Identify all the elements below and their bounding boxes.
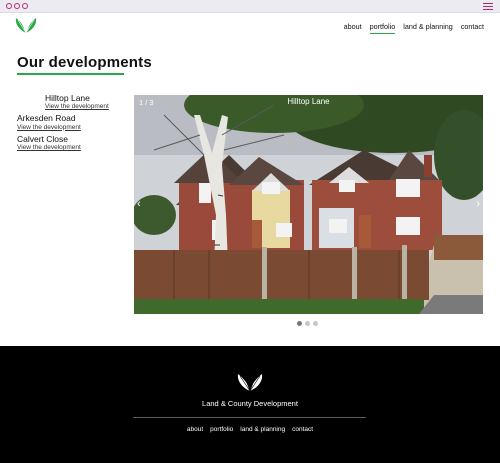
close-window-icon[interactable] — [6, 3, 12, 9]
slide-caption: Hilltop Lane — [287, 97, 330, 106]
slider-dot-2[interactable] — [305, 321, 310, 326]
footer-nav-land-planning[interactable]: land & planning — [240, 426, 285, 433]
slider-dot-3[interactable] — [313, 321, 318, 326]
development-photo — [134, 95, 483, 314]
window-controls — [6, 3, 28, 9]
list-item-hilltop-lane[interactable]: Hilltop Lane View the development — [17, 93, 129, 110]
view-development-link[interactable]: View the development — [45, 103, 129, 110]
list-item-arkesden-road[interactable]: Arkesden Road View the development — [17, 113, 129, 131]
title-underline — [17, 73, 124, 75]
leaf-logo-icon[interactable] — [14, 16, 38, 34]
development-name: Hilltop Lane — [45, 93, 90, 103]
list-item-calvert-close[interactable]: Calvert Close View the development — [17, 133, 129, 151]
nav-land-planning[interactable]: land & planning — [403, 22, 453, 34]
footer-nav-contact[interactable]: contact — [292, 426, 313, 433]
leaf-logo-icon[interactable] — [236, 372, 264, 392]
footer-nav-about[interactable]: about — [187, 426, 203, 433]
view-development-link[interactable]: View the development — [17, 144, 129, 151]
minimize-window-icon[interactable] — [14, 3, 20, 9]
maximize-window-icon[interactable] — [22, 3, 28, 9]
view-development-link[interactable]: View the development — [17, 124, 129, 131]
site-footer: Land & County Development about portfoli… — [0, 346, 500, 463]
image-slider[interactable]: 1 / 3 Hilltop Lane ‹ › — [134, 95, 483, 314]
development-name: Arkesden Road — [17, 113, 76, 124]
page-title: Our developments — [17, 54, 152, 71]
development-name: Calvert Close — [17, 133, 69, 144]
slider-dot-1[interactable] — [297, 321, 302, 326]
footer-brand: Land & County Development — [202, 399, 298, 408]
development-list: Hilltop Lane View the development Arkesd… — [17, 93, 129, 155]
chevron-left-icon[interactable]: ‹ — [137, 199, 141, 210]
footer-divider — [133, 417, 366, 418]
footer-nav: about portfolio land & planning contact — [0, 426, 500, 433]
main-nav: about portfolio land & planning contact — [344, 22, 484, 34]
footer-nav-portfolio[interactable]: portfolio — [210, 426, 233, 433]
nav-portfolio[interactable]: portfolio — [369, 22, 396, 34]
menu-icon[interactable] — [483, 3, 493, 10]
nav-contact[interactable]: contact — [461, 22, 484, 34]
nav-about[interactable]: about — [344, 22, 362, 34]
browser-toolbar — [0, 0, 500, 13]
slider-pagination — [297, 321, 318, 326]
chevron-right-icon[interactable]: › — [476, 199, 480, 210]
